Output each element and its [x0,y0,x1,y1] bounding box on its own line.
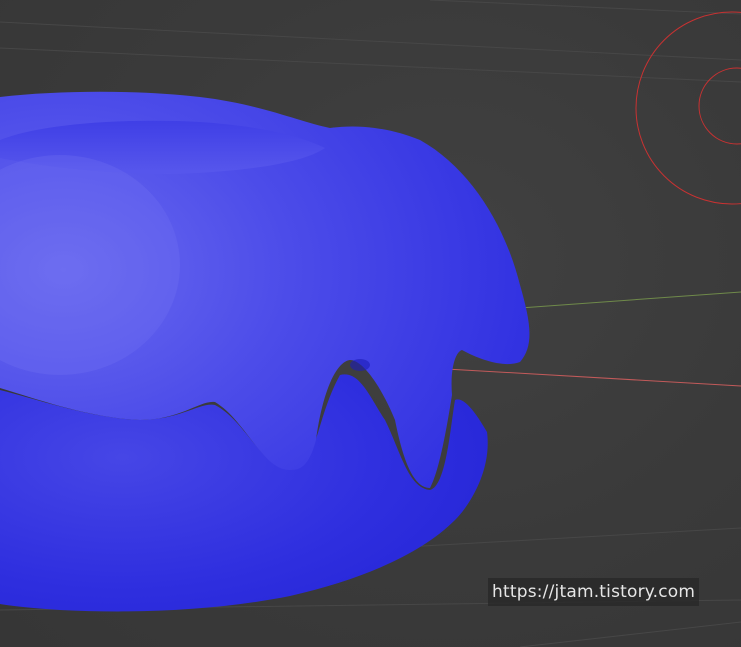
drip-shadow [350,359,370,371]
3d-viewport[interactable]: https://jtam.tistory.com [0,0,741,647]
watermark-text: https://jtam.tistory.com [488,578,700,606]
viewport-scene[interactable] [0,0,741,647]
light-gizmo-icon[interactable] [635,11,741,205]
y-axis-line [519,291,741,309]
